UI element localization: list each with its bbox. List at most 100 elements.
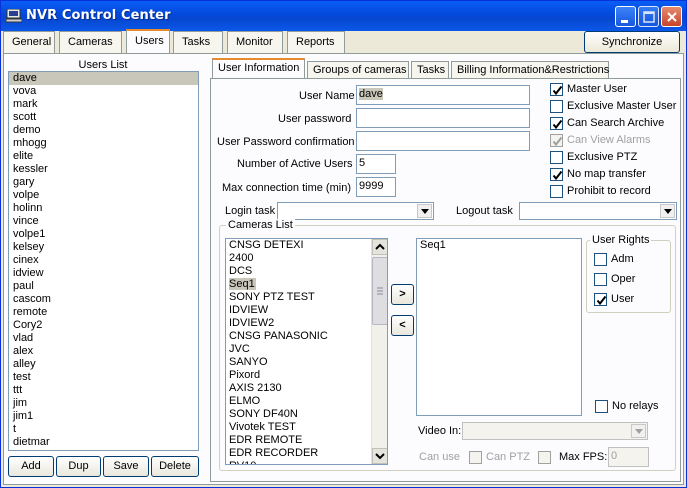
no-relays-checkbox[interactable] xyxy=(595,400,608,413)
user-list-item[interactable]: jim1 xyxy=(9,410,198,423)
right-checkbox-adm[interactable] xyxy=(594,253,607,266)
user-list-item[interactable]: vova xyxy=(9,85,198,98)
user-list-item[interactable]: test xyxy=(9,371,198,384)
remove-camera-button[interactable]: < xyxy=(391,315,414,336)
camera-list-item[interactable]: ELMO xyxy=(226,395,387,408)
max-connection-time-input[interactable]: 9999 xyxy=(356,177,396,197)
user-list-item[interactable]: demo xyxy=(9,124,198,137)
user-name-input[interactable]: dave xyxy=(356,85,530,105)
option-checkbox-master-user[interactable] xyxy=(550,83,563,96)
tab-monitor[interactable]: Monitor xyxy=(227,31,283,53)
tab-tasks[interactable]: Tasks xyxy=(173,31,223,53)
add-user-button[interactable]: Add xyxy=(8,456,54,477)
user-list-item[interactable]: Cory2 xyxy=(9,319,198,332)
assigned-camera-item[interactable]: Seq1 xyxy=(417,239,581,252)
tab-users[interactable]: Users xyxy=(126,29,170,54)
delete-user-button[interactable]: Delete xyxy=(151,456,199,477)
camera-list-item[interactable]: IDVIEW xyxy=(226,304,387,317)
user-list-item[interactable]: dave xyxy=(9,72,198,85)
dup-user-button[interactable]: Dup xyxy=(56,456,101,477)
max-fps-input[interactable]: 0 xyxy=(608,447,649,467)
can-use-checkbox[interactable] xyxy=(469,451,482,464)
tab-reports[interactable]: Reports xyxy=(287,31,345,53)
tab-user-information[interactable]: User Information xyxy=(212,58,305,80)
login-task-select[interactable] xyxy=(277,202,434,220)
camera-list-item[interactable]: DCS xyxy=(226,265,387,278)
tab-groups-of-cameras[interactable]: Groups of cameras xyxy=(307,61,409,79)
camera-list-item[interactable]: EDR RECORDER xyxy=(226,447,387,460)
user-list-item[interactable]: holinn xyxy=(9,202,198,215)
user-list-item[interactable]: alex xyxy=(9,345,198,358)
active-users-input[interactable]: 5 xyxy=(356,154,396,174)
camera-list-item[interactable]: SANYO xyxy=(226,356,387,369)
maximize-button[interactable] xyxy=(638,6,659,27)
camera-list-item[interactable]: SONY DF40N xyxy=(226,408,387,421)
user-list-item[interactable]: t xyxy=(9,423,198,436)
user-list-item[interactable]: cascom xyxy=(9,293,198,306)
chevron-down-icon[interactable] xyxy=(417,204,432,218)
all-cameras-list[interactable]: CNSG DETEXI 2400 DCS Seq1 SONY PTZ TEST IDVIE… xyxy=(225,238,388,465)
camera-list-item[interactable]: CNSG DETEXI xyxy=(226,239,387,252)
scroll-thumb[interactable] xyxy=(372,257,387,325)
close-button[interactable] xyxy=(661,6,682,27)
tab-cameras[interactable]: Cameras xyxy=(59,31,122,53)
cameras-scrollbar[interactable] xyxy=(371,239,387,464)
camera-list-item[interactable]: SONY PTZ TEST xyxy=(226,291,387,304)
user-list-item[interactable]: gary xyxy=(9,176,198,189)
camera-list-item[interactable]: AXIS 2130 xyxy=(226,382,387,395)
camera-list-item[interactable]: EDR REMOTE xyxy=(226,434,387,447)
can-ptz-checkbox[interactable] xyxy=(538,451,551,464)
user-password-input[interactable] xyxy=(356,108,530,128)
chevron-down-icon[interactable] xyxy=(660,204,675,218)
user-list-item[interactable]: alley xyxy=(9,358,198,371)
camera-list-item[interactable]: Seq1 xyxy=(226,278,387,291)
user-list-item[interactable]: kelsey xyxy=(9,241,198,254)
tab-billing-information[interactable]: Billing Information&Restrictions xyxy=(451,61,609,79)
user-list-item[interactable]: vince xyxy=(9,215,198,228)
tab-user-tasks[interactable]: Tasks xyxy=(411,61,449,79)
user-list-item[interactable]: elite xyxy=(9,150,198,163)
users-list[interactable]: dave vova mark scott demo mhogg elite kessler ga… xyxy=(8,71,199,451)
user-list-item[interactable]: dietmar xyxy=(9,436,198,449)
assigned-cameras-list[interactable]: Seq1 xyxy=(416,238,582,416)
password-confirmation-input[interactable] xyxy=(356,131,530,151)
user-list-item[interactable]: volpe xyxy=(9,189,198,202)
camera-list-item[interactable]: JVC xyxy=(226,343,387,356)
synchronize-button[interactable]: Synchronize xyxy=(584,31,680,53)
minimize-button[interactable] xyxy=(615,6,636,27)
tab-general[interactable]: General xyxy=(3,31,55,53)
scroll-down-button[interactable] xyxy=(372,448,387,464)
user-list-item[interactable]: remote xyxy=(9,306,198,319)
user-list-item[interactable]: volpe1 xyxy=(9,228,198,241)
option-checkbox-no-map-transfer[interactable] xyxy=(550,168,563,181)
option-checkbox-exclusive-ptz[interactable] xyxy=(550,151,563,164)
add-camera-button[interactable]: > xyxy=(391,284,414,305)
camera-list-item[interactable]: CNSG PANASONIC xyxy=(226,330,387,343)
user-list-item[interactable]: mark xyxy=(9,98,198,111)
right-checkbox-user[interactable] xyxy=(594,293,607,306)
user-list-item[interactable]: kessler xyxy=(9,163,198,176)
camera-list-item[interactable]: IDVIEW2 xyxy=(226,317,387,330)
option-checkbox-can-view-alarms[interactable] xyxy=(550,134,563,147)
option-checkbox-can-search-archive[interactable] xyxy=(550,117,563,130)
user-list-item[interactable]: mhogg xyxy=(9,137,198,150)
save-user-button[interactable]: Save xyxy=(103,456,149,477)
user-list-item[interactable]: cinex xyxy=(9,254,198,267)
video-in-select[interactable] xyxy=(462,422,648,440)
option-checkbox-exclusive-master-user[interactable] xyxy=(550,100,563,113)
title-bar[interactable]: NVR Control Center xyxy=(1,1,686,31)
option-checkbox-prohibit-to-record[interactable] xyxy=(550,185,563,198)
user-list-item[interactable]: jim xyxy=(9,397,198,410)
camera-list-item[interactable]: RV10 xyxy=(226,460,387,464)
user-list-item[interactable]: ttt xyxy=(9,384,198,397)
logout-task-select[interactable] xyxy=(519,202,677,220)
right-checkbox-oper[interactable] xyxy=(594,273,607,286)
user-list-item[interactable]: idview xyxy=(9,267,198,280)
camera-list-item[interactable]: Vivotek TEST xyxy=(226,421,387,434)
user-list-item[interactable]: paul xyxy=(9,280,198,293)
camera-list-item[interactable]: 2400 xyxy=(226,252,387,265)
user-list-item[interactable]: vlad xyxy=(9,332,198,345)
user-list-item[interactable]: scott xyxy=(9,111,198,124)
scroll-up-button[interactable] xyxy=(372,239,387,255)
camera-list-item[interactable]: Pixord xyxy=(226,369,387,382)
